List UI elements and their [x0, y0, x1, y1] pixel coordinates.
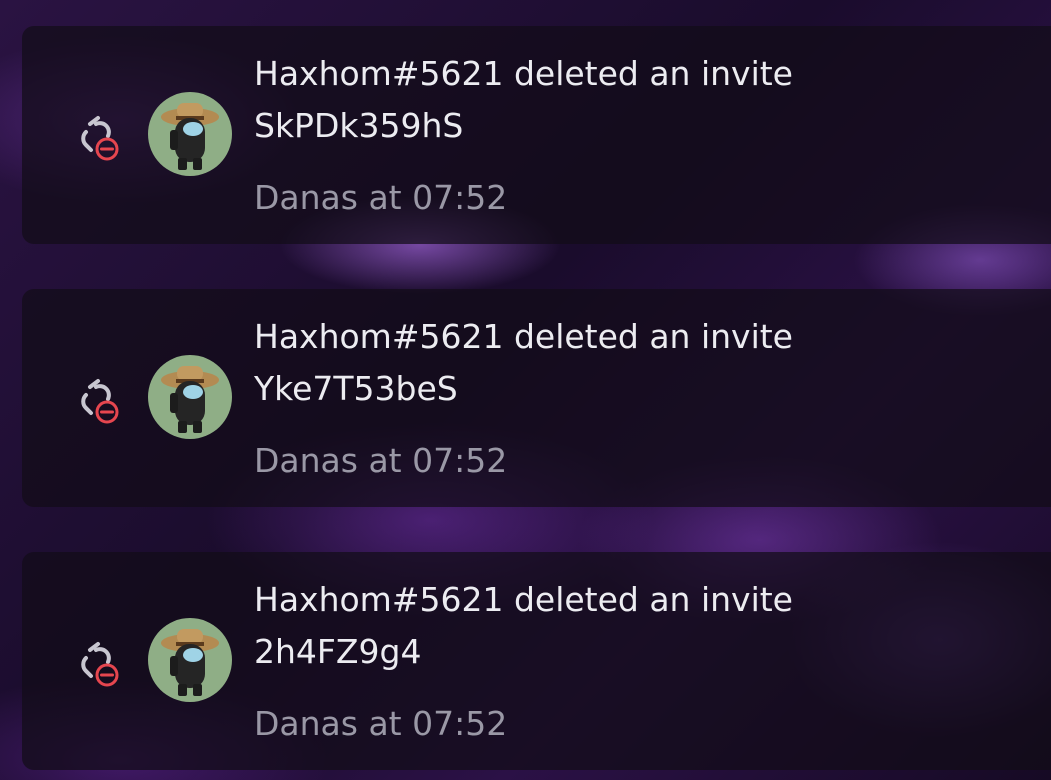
crewmate-avatar-icon [161, 103, 219, 170]
avatar[interactable] [148, 618, 232, 702]
invite-code: 2h4FZ9g4 [254, 632, 422, 671]
link-remove-icon [81, 379, 119, 424]
crewmate-avatar-icon [161, 366, 219, 433]
audit-log-entry[interactable]: Haxhom#5621 deleted an invite Yke7T53beS… [22, 289, 1051, 507]
link-remove-icon [81, 642, 119, 687]
entry-title: Haxhom#5621 deleted an invite [254, 54, 793, 93]
audit-log-entry[interactable]: Haxhom#5621 deleted an invite 2h4FZ9g4 D… [22, 552, 1051, 770]
entry-timestamp: Danas at 07:52 [254, 704, 508, 743]
avatar[interactable] [148, 355, 232, 439]
avatar[interactable] [148, 92, 232, 176]
entry-title: Haxhom#5621 deleted an invite [254, 580, 793, 619]
invite-code: SkPDk359hS [254, 106, 464, 145]
link-remove-icon [81, 116, 119, 161]
crewmate-avatar-icon [161, 629, 219, 696]
entry-title: Haxhom#5621 deleted an invite [254, 317, 793, 356]
entry-timestamp: Danas at 07:52 [254, 178, 508, 217]
invite-code: Yke7T53beS [254, 369, 458, 408]
audit-log-entry[interactable]: Haxhom#5621 deleted an invite SkPDk359hS… [22, 26, 1051, 244]
entry-timestamp: Danas at 07:52 [254, 441, 508, 480]
